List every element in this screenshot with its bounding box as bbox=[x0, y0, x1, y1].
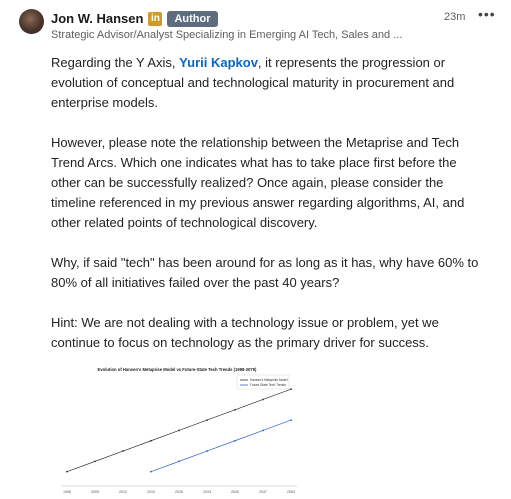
comment-timestamp: 23m bbox=[444, 11, 466, 23]
author-name[interactable]: Jon W. Hansen bbox=[51, 11, 143, 26]
author-name-row: Jon W. Hansen in Author bbox=[51, 10, 218, 27]
chart-x-tick: 2040 bbox=[231, 490, 239, 494]
chart-x-tick: 2019 bbox=[147, 490, 155, 494]
chart-point bbox=[234, 408, 236, 411]
author-badge: Author bbox=[167, 10, 218, 27]
chart-x-tick: 1998 bbox=[63, 490, 71, 494]
chart-legend: Hansen's Metaprise ModelFuture-State Tec… bbox=[236, 374, 290, 390]
chart-x-tick: 2054 bbox=[287, 490, 295, 494]
comment-paragraph-1: Regarding the Y Axis, Yurii Kapkov, it r… bbox=[51, 53, 481, 113]
comment-paragraph-3: Why, if said "tech" has been around for … bbox=[51, 255, 479, 290]
chart-x-tick: 2005 bbox=[91, 490, 99, 494]
chart-point bbox=[150, 439, 152, 442]
author-avatar[interactable] bbox=[19, 9, 44, 34]
chart-title: Evolution of Hansen's Metaprise Model vs… bbox=[98, 367, 258, 372]
chart-series-line bbox=[150, 419, 292, 473]
chart-x-tick: 2026 bbox=[175, 490, 183, 494]
chart-series bbox=[66, 388, 292, 473]
chart-point bbox=[122, 450, 124, 452]
comment-p1-text: Regarding the Y Axis, bbox=[51, 55, 180, 70]
chart-x-tick: 2033 bbox=[203, 490, 211, 494]
chart-svg: Evolution of Hansen's Metaprise Model vs… bbox=[61, 367, 297, 494]
chart-point bbox=[290, 388, 292, 391]
chart-point bbox=[178, 460, 180, 463]
chart-point bbox=[150, 470, 152, 473]
comment-paragraph-4: Hint: We are not dealing with a technolo… bbox=[51, 315, 439, 350]
chart-ticks: 1998 2005 2012 2019 2026 2033 2040 2047 2054 bbox=[63, 490, 295, 494]
chart-x-tick: 2012 bbox=[119, 490, 127, 494]
linkedin-premium-icon: in bbox=[148, 11, 163, 26]
chart-point bbox=[262, 398, 264, 401]
chart-legend-label: Future-State Tech Trends bbox=[250, 383, 286, 387]
chart-point bbox=[206, 450, 208, 452]
attached-chart-image[interactable]: Evolution of Hansen's Metaprise Model vs… bbox=[51, 362, 303, 499]
chart-point bbox=[290, 419, 292, 422]
chart-point bbox=[234, 439, 236, 442]
author-headline: Strategic Advisor/Analyst Specializing i… bbox=[51, 29, 403, 41]
chart-point bbox=[262, 429, 264, 432]
chart-x-tick: 2047 bbox=[259, 490, 267, 494]
comment-paragraph-2: However, please note the relationship be… bbox=[51, 135, 465, 230]
comment-body: Regarding the Y Axis, Yurii Kapkov, it r… bbox=[51, 53, 481, 373]
chart-point bbox=[178, 429, 180, 432]
chart-legend-label: Hansen's Metaprise Model bbox=[250, 378, 288, 382]
chart-point bbox=[66, 470, 68, 473]
mention-link[interactable]: Yurii Kapkov bbox=[179, 55, 258, 70]
chart-point bbox=[206, 419, 208, 422]
chart-point bbox=[94, 460, 96, 463]
more-options-icon[interactable]: ••• bbox=[478, 6, 496, 22]
